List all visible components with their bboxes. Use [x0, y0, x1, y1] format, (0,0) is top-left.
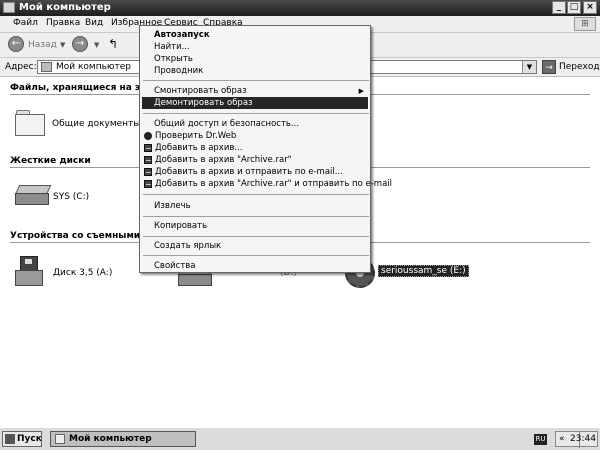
- explorer-window: Мой компьютер _ □ × Файл Правка Вид Избр…: [0, 0, 600, 427]
- system-tray: RU « 23:44: [528, 431, 598, 448]
- floppy-drive-icon: [15, 256, 43, 286]
- my-computer-icon: [3, 2, 15, 13]
- menu-separator: [143, 216, 369, 217]
- maximize-button[interactable]: □: [567, 1, 581, 14]
- menu-item-sharing-security[interactable]: Общий доступ и безопасность...: [142, 118, 368, 130]
- language-indicator[interactable]: RU: [534, 434, 547, 445]
- address-dropdown-icon[interactable]: ▼: [522, 61, 536, 73]
- taskbar: Пуск Мой компьютер RU « 23:44: [0, 427, 600, 450]
- go-label[interactable]: Переход: [559, 62, 600, 72]
- menu-separator: [143, 255, 369, 256]
- menu-item-add-archive-rar-email[interactable]: Добавить в архив "Archive.rar" и отправи…: [142, 178, 392, 190]
- menu-item-search[interactable]: Найти...: [142, 41, 368, 53]
- show-hidden-icons-button[interactable]: «: [559, 434, 565, 444]
- shared-documents-label: Общие документы: [52, 119, 141, 129]
- menu-item-drweb-scan[interactable]: Проверить Dr.Web: [142, 130, 368, 142]
- folder-up-icon[interactable]: ↰: [108, 37, 122, 52]
- minimize-button[interactable]: _: [552, 1, 566, 14]
- menu-edit[interactable]: Правка: [46, 18, 80, 28]
- address-label: Адрес:: [5, 62, 37, 72]
- menu-item-add-archive-email[interactable]: Добавить в архив и отправить по e-mail..…: [142, 166, 368, 178]
- back-dropdown-icon[interactable]: ▼: [60, 41, 65, 49]
- winrar-icon: [144, 168, 152, 176]
- window-title: Мой компьютер: [19, 2, 111, 13]
- context-menu: Автозапуск Найти... Открыть Проводник См…: [139, 25, 392, 273]
- back-arrow-icon[interactable]: ←: [8, 36, 24, 52]
- menu-separator: [143, 194, 369, 195]
- menu-item-copy[interactable]: Копировать: [142, 220, 368, 232]
- my-computer-icon: [41, 62, 52, 72]
- menu-item-add-archive[interactable]: Добавить в архив...: [142, 142, 368, 154]
- winrar-icon: [144, 180, 152, 188]
- sys-drive-label: SYS (C:): [53, 192, 90, 202]
- taskbar-item-my-computer[interactable]: Мой компьютер: [50, 431, 196, 447]
- floppy-drive-label: Диск 3,5 (A:): [53, 268, 113, 278]
- drweb-icon: [144, 132, 152, 140]
- menu-item-unmount-image[interactable]: Демонтировать образ: [142, 97, 368, 109]
- taskbar-item-label: Мой компьютер: [69, 434, 152, 444]
- menu-item-create-shortcut[interactable]: Создать ярлык: [142, 240, 368, 252]
- forward-arrow-icon[interactable]: →: [72, 36, 88, 52]
- menu-separator: [143, 236, 369, 237]
- menu-item-add-archive-rar[interactable]: Добавить в архив "Archive.rar": [142, 154, 368, 166]
- submenu-arrow-icon: ▶: [358, 87, 364, 95]
- menu-item-mount-image[interactable]: Смонтировать образ ▶: [142, 85, 368, 97]
- folder-icon: [15, 110, 45, 136]
- go-arrow-icon[interactable]: →: [542, 60, 556, 74]
- menu-separator: [143, 80, 369, 81]
- menu-item-autoplay[interactable]: Автозапуск: [142, 29, 368, 41]
- menu-file[interactable]: Файл: [13, 18, 38, 28]
- back-button-label[interactable]: Назад: [28, 40, 57, 50]
- clock[interactable]: 23:44: [570, 434, 596, 444]
- start-label: Пуск: [17, 434, 42, 444]
- winrar-icon: [144, 156, 152, 164]
- notification-area: « 23:44: [555, 431, 598, 448]
- menu-separator: [143, 113, 369, 114]
- windows-flag-icon: [5, 434, 15, 444]
- start-button[interactable]: Пуск: [2, 431, 42, 447]
- forward-dropdown-icon[interactable]: ▼: [94, 41, 99, 49]
- close-button[interactable]: ×: [583, 1, 597, 14]
- menu-view[interactable]: Вид: [85, 18, 103, 28]
- my-computer-icon: [55, 434, 65, 444]
- go-button[interactable]: → Переход: [542, 60, 600, 74]
- menu-item-explore[interactable]: Проводник: [142, 65, 368, 77]
- title-bar[interactable]: Мой компьютер _ □ ×: [0, 0, 600, 16]
- menu-item-open[interactable]: Открыть: [142, 53, 368, 65]
- hard-drive-icon: [14, 185, 52, 205]
- winrar-icon: [144, 144, 152, 152]
- menu-item-eject[interactable]: Извлечь: [142, 200, 368, 212]
- windows-logo-icon: ⊞: [574, 17, 596, 31]
- address-value[interactable]: Мой компьютер: [56, 62, 131, 72]
- hard-drives-group-header: Жесткие диски: [10, 156, 91, 166]
- cd-drive-label: serioussam_se (E:): [378, 265, 469, 277]
- menu-item-properties[interactable]: Свойства: [142, 260, 368, 272]
